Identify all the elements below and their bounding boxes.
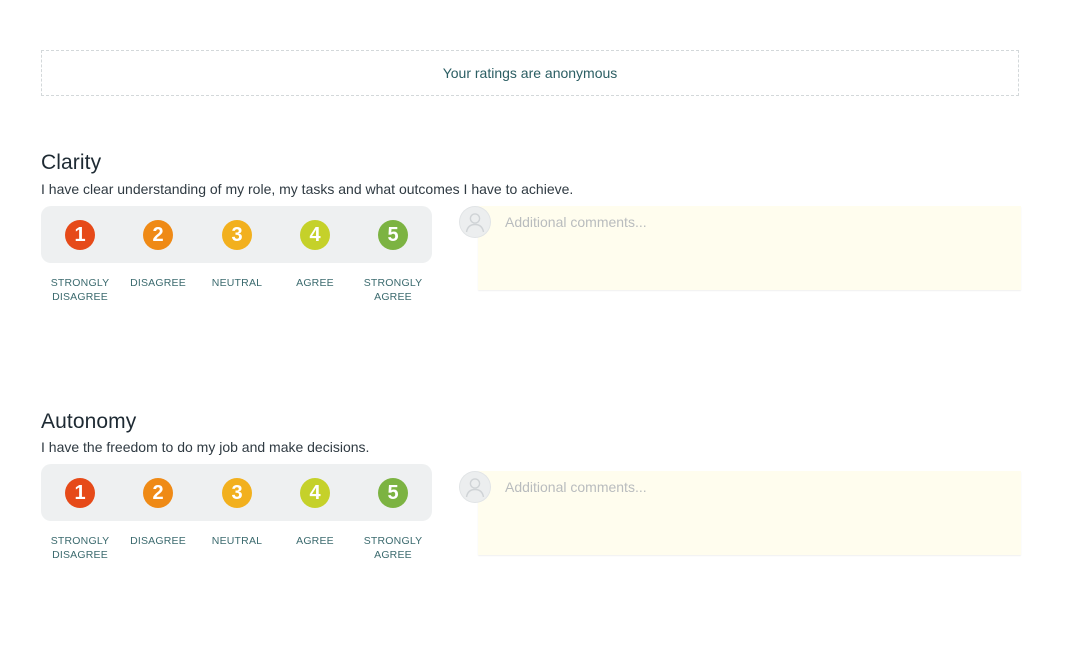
question-title: Autonomy	[41, 410, 137, 433]
rating-circle-3[interactable]: 3	[222, 220, 252, 250]
rating-label-3: Neutral	[211, 535, 263, 547]
rating-label-4: Agree	[296, 535, 334, 547]
rating-label-1: Strongly Disagree	[50, 277, 110, 303]
user-avatar-icon	[459, 471, 491, 503]
rating-circle-2[interactable]: 2	[143, 478, 173, 508]
banner-text: Your ratings are anonymous	[442, 65, 618, 81]
user-avatar-icon	[459, 206, 491, 238]
rating-label-2: Disagree	[130, 277, 186, 289]
rating-label-4: Agree	[296, 277, 334, 289]
rating-label-3: Neutral	[211, 277, 263, 289]
rating-scale: 1 Strongly Disagree 2 Disagree 3 Neutral…	[41, 464, 432, 561]
rating-label-5: Strongly Agree	[363, 277, 423, 303]
rating-circle-5[interactable]: 5	[378, 478, 408, 508]
question-title: Clarity	[41, 151, 102, 174]
rating-circle-5[interactable]: 5	[378, 220, 408, 250]
anonymous-banner: Your ratings are anonymous	[41, 50, 1019, 96]
rating-circle-2[interactable]: 2	[143, 220, 173, 250]
comment-input[interactable]	[478, 206, 1021, 290]
question-description: I have clear understanding of my role, m…	[41, 181, 574, 197]
rating-circle-3[interactable]: 3	[222, 478, 252, 508]
rating-label-1: Strongly Disagree	[50, 535, 110, 561]
rating-circle-4[interactable]: 4	[300, 220, 330, 250]
rating-label-5: Strongly Agree	[363, 535, 423, 561]
question-description: I have the freedom to do my job and make…	[41, 439, 370, 455]
comment-input[interactable]	[478, 471, 1021, 555]
survey-page: Your ratings are anonymous Clarity I hav…	[0, 0, 1078, 670]
rating-circle-1[interactable]: 1	[65, 478, 95, 508]
rating-circle-1[interactable]: 1	[65, 220, 95, 250]
rating-circle-4[interactable]: 4	[300, 478, 330, 508]
rating-label-2: Disagree	[130, 535, 186, 547]
rating-scale: 1 Strongly Disagree 2 Disagree 3 Neutral…	[41, 206, 432, 303]
